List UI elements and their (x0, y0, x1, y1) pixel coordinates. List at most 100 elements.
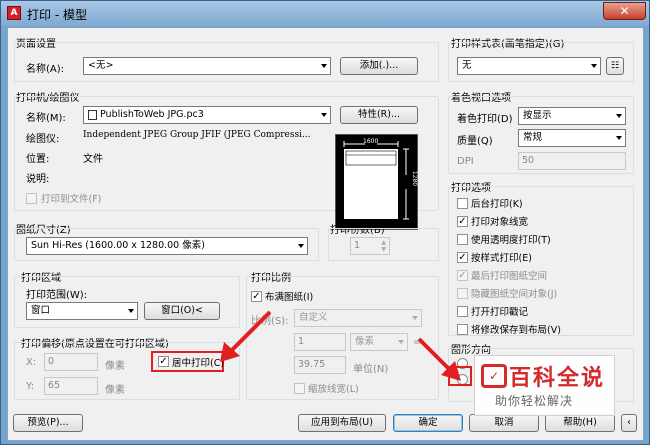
plot-lineweights-label: 打印对象线宽 (471, 217, 529, 228)
plot-range-value: 窗口 (31, 305, 51, 316)
edit-plot-style-button[interactable]: ☷ (606, 57, 624, 75)
print-dialog: A 打印 - 模型 ✕ 页面设置 名称(A): <无> 添加(.)... 打印机… (0, 0, 650, 445)
page-setup-name-value: <无> (88, 60, 114, 71)
plot-paperspace-last-checkbox[interactable]: ✓ (457, 270, 468, 281)
offset-x-input[interactable]: 0 (44, 353, 98, 371)
add-page-setup-button[interactable]: 添加(.)... (340, 57, 418, 75)
paper-size-value: Sun Hi-Res (1600.00 x 1280.00 像素) (31, 240, 205, 251)
paper-size-select[interactable]: Sun Hi-Res (1600.00 x 1280.00 像素) (26, 237, 308, 255)
quality-select[interactable]: 常规 (518, 129, 626, 147)
printer-name-value: PublishToWeb JPG.pc3 (100, 109, 204, 120)
page-setup-name-select[interactable]: <无> (83, 57, 331, 75)
chevron-down-icon (321, 113, 327, 117)
scale-unit-select[interactable]: 像素 (350, 333, 408, 351)
chevron-left-icon: ‹ (627, 417, 631, 428)
plot-range-label: 打印范围(W): (26, 290, 88, 301)
background-plot-checkbox[interactable] (457, 198, 468, 209)
ok-button[interactable]: 确定 (393, 414, 463, 432)
window-title: 打印 - 模型 (27, 8, 87, 22)
shade-plot-label: 着色打印(D) (457, 114, 513, 125)
help-button[interactable]: 帮助(H) (545, 414, 615, 432)
plot-stamp-label: 打开打印戳记 (471, 307, 529, 318)
plotter-value: Independent JPEG Group JFIF (JPEG Compre… (83, 130, 311, 140)
close-button[interactable]: ✕ (603, 2, 646, 20)
save-to-layout-label: 将修改保存到布局(V) (471, 325, 561, 336)
scale-select[interactable]: 自定义 (294, 309, 422, 327)
chevron-down-icon (128, 309, 134, 313)
watermark-title: 百科全说 (509, 366, 606, 391)
autocad-logo-icon: A (7, 6, 21, 20)
spinner-arrows-icon: ▲ ▼ (381, 239, 386, 253)
plotter-label: 绘图仪: (26, 134, 60, 145)
chevron-down-icon (591, 64, 597, 68)
title-bar[interactable]: A 打印 - 模型 ✕ (1, 1, 649, 26)
scale-lineweights-checkbox[interactable] (294, 383, 305, 394)
chevron-down-icon (298, 244, 304, 248)
plot-with-styles-checkbox[interactable]: ✓ (457, 252, 468, 263)
collapse-options-button[interactable]: ‹ (621, 414, 637, 432)
scale-value2-input[interactable]: 39.75 (294, 356, 346, 374)
apply-to-layout-button[interactable]: 应用到布局(U) (298, 414, 386, 432)
hide-paperspace-objects-label: 隐藏图纸空间对象(J) (471, 289, 558, 300)
shade-plot-select[interactable]: 按显示 (518, 107, 626, 125)
paper-preview-drawing (343, 140, 409, 220)
plot-paperspace-last-label: 最后打印图纸空间 (471, 271, 548, 282)
plot-transparency-checkbox[interactable] (457, 234, 468, 245)
offset-y-input[interactable]: 65 (44, 377, 98, 395)
scale-value1-input[interactable]: 1 (294, 333, 346, 351)
orientation-highlight (448, 366, 472, 386)
dpi-input[interactable]: 50 (518, 152, 626, 170)
offset-y-label: Y: (26, 381, 35, 392)
quality-label: 质量(Q) (457, 136, 493, 147)
plot-style-table-value: 无 (462, 60, 472, 71)
plot-with-styles-label: 按样式打印(E) (471, 253, 532, 264)
paper-preview (335, 134, 418, 230)
preview-button[interactable]: 预览(P)... (13, 414, 83, 432)
chevron-down-icon (398, 340, 404, 344)
copies-input[interactable]: 1 ▲ ▼ (350, 237, 390, 255)
chevron-down-icon (321, 64, 327, 68)
edit-table-icon: ☷ (610, 61, 620, 71)
preview-width-label: 1600 (363, 138, 379, 145)
scale-lineweights-label: 缩放线宽(L) (308, 384, 359, 395)
print-to-file-label: 打印到文件(F) (41, 194, 102, 205)
scale-unit-value: 像素 (355, 336, 375, 347)
printer-icon (88, 110, 97, 120)
cancel-button[interactable]: 取消 (469, 414, 539, 432)
watermark: ✓ 百科全说 助你轻松解决 (474, 355, 615, 416)
plot-style-table-select[interactable]: 无 (457, 57, 601, 75)
annotation-arrow-left (220, 310, 272, 362)
page-setup-name-label: 名称(A): (26, 64, 65, 75)
print-to-file-checkbox[interactable] (26, 193, 37, 204)
location-value: 文件 (83, 154, 103, 165)
fit-to-paper-checkbox[interactable]: ✓ (251, 291, 262, 302)
watermark-subtitle: 助你轻松解决 (495, 394, 574, 408)
shade-plot-value: 按显示 (523, 110, 552, 121)
dpi-label: DPI (457, 156, 474, 167)
printer-name-select[interactable]: PublishToWeb JPG.pc3 (83, 106, 331, 124)
preview-height-label: 1280 (411, 170, 419, 187)
scale-value: 自定义 (299, 312, 328, 323)
chevron-down-icon (412, 316, 418, 320)
watermark-logo-icon: ✓ (481, 364, 507, 388)
background-plot-label: 后台打印(K) (471, 199, 523, 210)
offset-y-unit: 像素 (105, 385, 125, 396)
scale-unit2-label: 单位(N) (353, 364, 389, 375)
description-label: 说明: (26, 174, 50, 185)
offset-x-label: X: (26, 357, 37, 368)
copies-value: 1 (354, 240, 361, 251)
center-plot-checkbox[interactable]: ✓ (158, 356, 169, 367)
chevron-down-icon (616, 114, 622, 118)
fit-to-paper-label: 布满图纸(I) (265, 292, 314, 303)
plot-lineweights-checkbox[interactable]: ✓ (457, 216, 468, 227)
hide-paperspace-objects-checkbox[interactable] (457, 288, 468, 299)
chevron-down-icon (616, 136, 622, 140)
printer-properties-button[interactable]: 特性(R)... (340, 106, 418, 124)
location-label: 位置: (26, 154, 50, 165)
plot-stamp-checkbox[interactable] (457, 306, 468, 317)
printer-name-label: 名称(M): (26, 113, 66, 124)
plot-range-select[interactable]: 窗口 (26, 302, 138, 320)
quality-value: 常规 (523, 132, 543, 143)
offset-x-unit: 像素 (105, 361, 125, 372)
plot-transparency-label: 使用透明度打印(T) (471, 235, 551, 246)
